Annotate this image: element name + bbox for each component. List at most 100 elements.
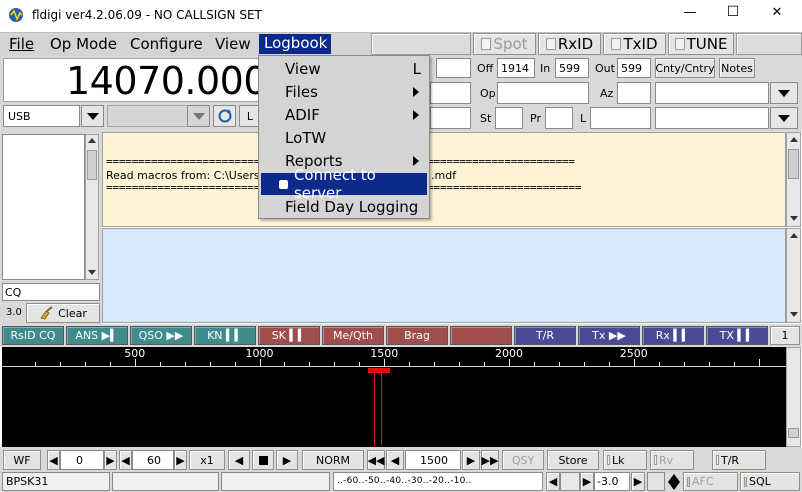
wf-right-button[interactable]: ▶ [276, 450, 298, 470]
squelch-inc-button-2[interactable]: ▶ [631, 472, 645, 491]
wf-mode-button[interactable]: WF [3, 450, 41, 470]
rx-scrollbar[interactable] [786, 132, 801, 227]
macro-kn[interactable]: KN ▍▍ [194, 326, 256, 345]
squelch-dec-button[interactable]: ◀ [546, 472, 560, 491]
freq-dec-button[interactable]: ◀ [386, 450, 404, 470]
county-dropdown-button[interactable] [770, 107, 798, 129]
freq-inc-button[interactable]: ▶ [462, 450, 480, 470]
maximize-button[interactable]: ☐ [723, 4, 743, 20]
bandwidth-dropdown-button[interactable] [187, 105, 210, 127]
tx-scrollbar[interactable] [786, 228, 801, 323]
macro-tx[interactable]: Tx ▶▶ [578, 326, 640, 345]
checkbox-icon[interactable] [279, 179, 288, 189]
country-field[interactable] [655, 82, 769, 104]
qsy-button[interactable]: QSY [502, 450, 544, 470]
macro-tr[interactable]: T/R [514, 326, 576, 345]
loc-field[interactable] [430, 107, 471, 129]
macro-me-qth[interactable]: Me/Qth [322, 326, 384, 345]
macro-brag[interactable]: Brag [386, 326, 448, 345]
menu-op-mode[interactable]: Op Mode [50, 35, 117, 53]
reverse-toggle[interactable]: Rv [650, 450, 694, 470]
tx-text-area[interactable] [102, 228, 786, 323]
cq-list-scrollbar[interactable] [85, 134, 99, 280]
mode-dropdown-button[interactable] [81, 105, 104, 127]
range-dec-button[interactable]: ◀ [119, 450, 132, 470]
zoom-button[interactable]: x1 [189, 450, 225, 470]
mode-field[interactable]: USB [3, 105, 80, 127]
off-field[interactable]: 1914 [497, 58, 535, 78]
scroll-thumb[interactable] [87, 150, 97, 180]
cq-list[interactable] [2, 134, 85, 280]
waterfall-cursor-marker[interactable] [368, 368, 390, 373]
waterfall-tick [109, 362, 111, 367]
offset-inc-button[interactable]: ▶ [104, 450, 117, 470]
rxid-toggle[interactable]: RxID [538, 33, 601, 55]
sql-toggle[interactable]: SQL [740, 472, 800, 491]
macro-tx-stop[interactable]: TX ▍▍ [706, 326, 768, 345]
macro-empty[interactable] [450, 326, 512, 345]
menu-configure[interactable]: Configure [130, 35, 203, 53]
macro-sk[interactable]: SK ▍▍ [258, 326, 320, 345]
squelch-inc-button[interactable]: ▶ [580, 472, 594, 491]
squelch-gauge[interactable] [560, 472, 580, 491]
notes-button[interactable]: Notes [719, 58, 755, 78]
waterfall-scroll-thumb[interactable] [788, 428, 799, 438]
menu-item-view[interactable]: View L [261, 58, 427, 80]
county-field[interactable] [655, 107, 769, 129]
offset-field[interactable]: 0 [60, 450, 104, 470]
rx-scroll-thumb[interactable] [788, 149, 799, 179]
cnty-cntry-button[interactable]: Cnty/Cntry [655, 58, 715, 78]
norm-button[interactable]: NORM [302, 450, 364, 470]
macro-rx[interactable]: Rx ▍▍ [642, 326, 704, 345]
spot-toggle[interactable]: Spot [473, 33, 536, 55]
country-dropdown-button[interactable] [770, 82, 798, 104]
close-button[interactable]: ✕ [767, 5, 787, 20]
op-field[interactable] [497, 82, 589, 104]
macro-ans[interactable]: ANS ▶▍ [66, 326, 128, 345]
txid-toggle[interactable]: TxID [603, 33, 666, 55]
menu-item-adif[interactable]: ADIF [261, 104, 427, 126]
offset-dec-button[interactable]: ◀ [47, 450, 60, 470]
call-field-tail[interactable] [436, 58, 471, 78]
afc-toggle[interactable]: AFC [683, 472, 738, 491]
squelch-level[interactable]: -3.0 [594, 472, 630, 491]
wf-freq-field[interactable]: 1500 [405, 450, 461, 470]
refresh-button[interactable] [213, 105, 236, 127]
range-field[interactable]: 60 [132, 450, 174, 470]
pr-field[interactable] [545, 107, 573, 129]
menu-item-field-day-logging[interactable]: Field Day Logging [261, 196, 427, 218]
rx-text-area[interactable]: ========================================… [102, 132, 786, 227]
lock-toggle[interactable]: Lk [603, 450, 647, 470]
minimize-button[interactable]: — [680, 5, 700, 20]
clear-button[interactable]: Clear [26, 303, 100, 323]
frequency-display[interactable]: 14070.000 [3, 58, 268, 103]
st-field[interactable] [495, 107, 523, 129]
rst-out-field[interactable]: 599 [617, 58, 651, 78]
macro-qso[interactable]: QSO ▶▶ [130, 326, 192, 345]
menu-item-files[interactable]: Files [261, 81, 427, 103]
tr-toggle[interactable]: T/R [712, 450, 766, 470]
az-field[interactable] [617, 82, 651, 104]
menu-file[interactable]: File [9, 35, 34, 53]
freq-fast-dec-button[interactable]: ◀◀ [367, 450, 385, 470]
qth-field[interactable] [430, 82, 471, 104]
wf-left-button[interactable]: ◀ [228, 450, 250, 470]
waterfall-scrollbar[interactable] [786, 347, 801, 447]
locator-field[interactable] [590, 107, 651, 129]
att-diamond-icon[interactable] [668, 474, 680, 490]
macro-set-number[interactable]: 1 [770, 326, 800, 345]
menu-item-lotw[interactable]: LoTW [261, 127, 427, 149]
store-button[interactable]: Store [547, 450, 599, 470]
freq-fast-inc-button[interactable]: ▶▶ [481, 450, 499, 470]
mode-status[interactable]: BPSK31 [2, 472, 110, 491]
scroll-up-arrow-icon [88, 138, 96, 143]
menu-logbook[interactable]: Logbook [259, 34, 331, 54]
cq-input[interactable]: CQ [2, 283, 100, 301]
rst-in-field[interactable]: 599 [555, 58, 589, 78]
menu-item-connect-to-server[interactable]: Connect to server [261, 166, 427, 202]
tune-toggle[interactable]: TUNE [668, 33, 734, 55]
macro-rsid-cq[interactable]: RsID CQ [2, 326, 64, 345]
menu-view[interactable]: View [215, 35, 251, 53]
wf-stop-button[interactable] [252, 450, 274, 470]
range-inc-button[interactable]: ▶ [174, 450, 187, 470]
